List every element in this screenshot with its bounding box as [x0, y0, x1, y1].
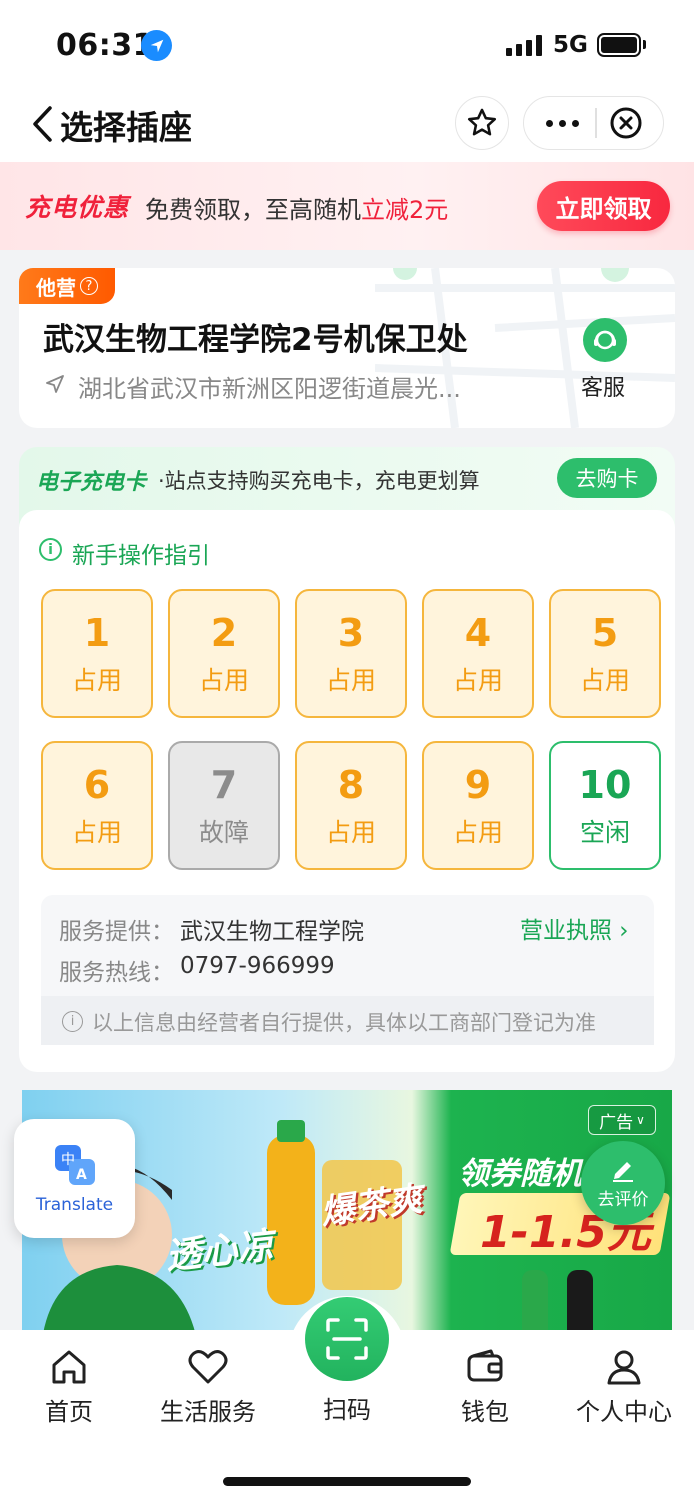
tab-wallet[interactable]: 钱包 — [425, 1348, 545, 1427]
chevron-right-icon: › — [612, 918, 629, 944]
guide-link[interactable]: 新手操作指引 — [72, 536, 210, 570]
socket-number: 3 — [337, 610, 365, 655]
socket-number: 4 — [464, 610, 492, 655]
socket-status: 空闲 — [579, 817, 630, 847]
network-type: 5G — [553, 32, 588, 58]
socket-number: 6 — [83, 762, 111, 807]
review-label: 去评价 — [597, 1190, 649, 1210]
close-app-button[interactable] — [608, 105, 644, 141]
tab-scan[interactable]: 扫码 — [287, 1390, 407, 1425]
svg-text:中: 中 — [61, 1152, 75, 1168]
battery-tip — [643, 40, 646, 49]
translate-button[interactable]: 中 A Translate — [14, 1119, 135, 1238]
info-icon: i — [39, 538, 62, 561]
socket-number: 9 — [464, 762, 492, 807]
signal-icon — [506, 34, 542, 56]
socket-9[interactable]: 9 占用 — [422, 741, 534, 870]
note-info-icon: i — [62, 1011, 83, 1032]
heart-icon — [188, 1350, 228, 1384]
review-button[interactable]: 去评价 — [581, 1141, 665, 1225]
socket-status: 占用 — [452, 665, 503, 695]
navigate-arrow-icon — [44, 373, 66, 395]
license-link[interactable]: 营业执照 › — [520, 911, 629, 945]
location-arrow-icon — [141, 30, 172, 61]
socket-number: 2 — [210, 610, 238, 655]
socket-status: 占用 — [579, 665, 630, 695]
socket-number: 5 — [591, 610, 619, 655]
socket-10[interactable]: 10 空闲 — [549, 741, 661, 870]
tab-label: 个人中心 — [576, 1398, 672, 1426]
hotline-value[interactable]: 0797-966999 — [180, 953, 335, 979]
translate-label: Translate — [35, 1194, 114, 1215]
socket-number: 1 — [83, 610, 111, 655]
more-button[interactable] — [530, 96, 594, 150]
scan-icon — [326, 1318, 368, 1360]
user-icon — [607, 1350, 641, 1385]
ecard-text: ·站点支持购买充电卡，充电更划算 — [158, 469, 480, 493]
provider-value: 武汉生物工程学院 — [180, 919, 364, 945]
home-icon — [52, 1350, 86, 1384]
capsule-divider — [595, 108, 597, 138]
socket-8[interactable]: 8 占用 — [295, 741, 407, 870]
svg-text:A: A — [76, 1167, 87, 1183]
back-arrow-icon[interactable] — [30, 104, 56, 144]
socket-4[interactable]: 4 占用 — [422, 589, 534, 718]
chevron-down-icon: ∨ — [636, 1113, 645, 1127]
socket-number: 10 — [578, 762, 632, 807]
scan-button[interactable] — [305, 1297, 389, 1381]
provider-note: 以上信息由经营者自行提供，具体以工商部门登记为准 — [92, 1011, 596, 1035]
station-address[interactable]: 湖北省武汉市新洲区阳逻街道晨光... — [78, 369, 498, 404]
page-title: 选择插座 — [60, 108, 192, 147]
socket-7[interactable]: 7 故障 — [168, 741, 280, 870]
ad-tag[interactable]: 广告 ∨ — [588, 1105, 656, 1135]
buy-card-button[interactable]: 去购卡 — [557, 458, 657, 498]
star-icon — [467, 108, 497, 136]
ecard-brand: 电子充电卡 — [36, 470, 147, 495]
customer-service-label[interactable]: 客服 — [581, 370, 625, 402]
help-icon: ? — [80, 277, 98, 295]
wallet-icon — [467, 1349, 503, 1382]
socket-status: 占用 — [452, 817, 503, 847]
headset-icon[interactable] — [583, 318, 627, 362]
claim-button[interactable]: 立即领取 — [537, 181, 670, 231]
tab-home[interactable]: 首页 — [9, 1348, 129, 1427]
hotline-label: 服务热线： — [59, 960, 174, 986]
home-indicator — [223, 1477, 471, 1486]
socket-number: 7 — [210, 762, 238, 807]
close-circle-icon — [610, 107, 642, 139]
socket-1[interactable]: 1 占用 — [41, 589, 153, 718]
socket-status: 占用 — [325, 665, 376, 695]
promo-text: 免费领取，至高随机立减2元 — [145, 196, 449, 224]
provider-label: 服务提供： — [59, 919, 174, 945]
socket-status: 占用 — [71, 817, 122, 847]
tab-label: 钱包 — [461, 1398, 509, 1426]
ad-title: 领券随机 — [458, 1156, 582, 1192]
tab-label: 生活服务 — [160, 1398, 256, 1426]
socket-5[interactable]: 5 占用 — [549, 589, 661, 718]
socket-status: 占用 — [198, 665, 249, 695]
tab-label: 首页 — [45, 1398, 93, 1426]
socket-number: 8 — [337, 762, 365, 807]
status-time: 06:31 — [56, 28, 154, 63]
tab-life-service[interactable]: 生活服务 — [148, 1348, 268, 1427]
socket-6[interactable]: 6 占用 — [41, 741, 153, 870]
socket-2[interactable]: 2 占用 — [168, 589, 280, 718]
operator-badge[interactable]: 他营? — [19, 268, 115, 304]
station-name: 武汉生物工程学院2号机保卫处 — [43, 322, 468, 358]
pencil-icon — [613, 1162, 633, 1182]
translate-icon: 中 A — [54, 1144, 95, 1185]
battery-icon — [597, 33, 641, 57]
tab-label: 扫码 — [323, 1396, 371, 1424]
socket-status: 占用 — [71, 665, 122, 695]
socket-3[interactable]: 3 占用 — [295, 589, 407, 718]
promo-brand: 充电优惠 — [25, 193, 130, 222]
tab-profile[interactable]: 个人中心 — [564, 1348, 684, 1427]
favorite-button[interactable] — [455, 96, 509, 150]
socket-status: 故障 — [198, 817, 249, 847]
socket-status: 占用 — [325, 817, 376, 847]
